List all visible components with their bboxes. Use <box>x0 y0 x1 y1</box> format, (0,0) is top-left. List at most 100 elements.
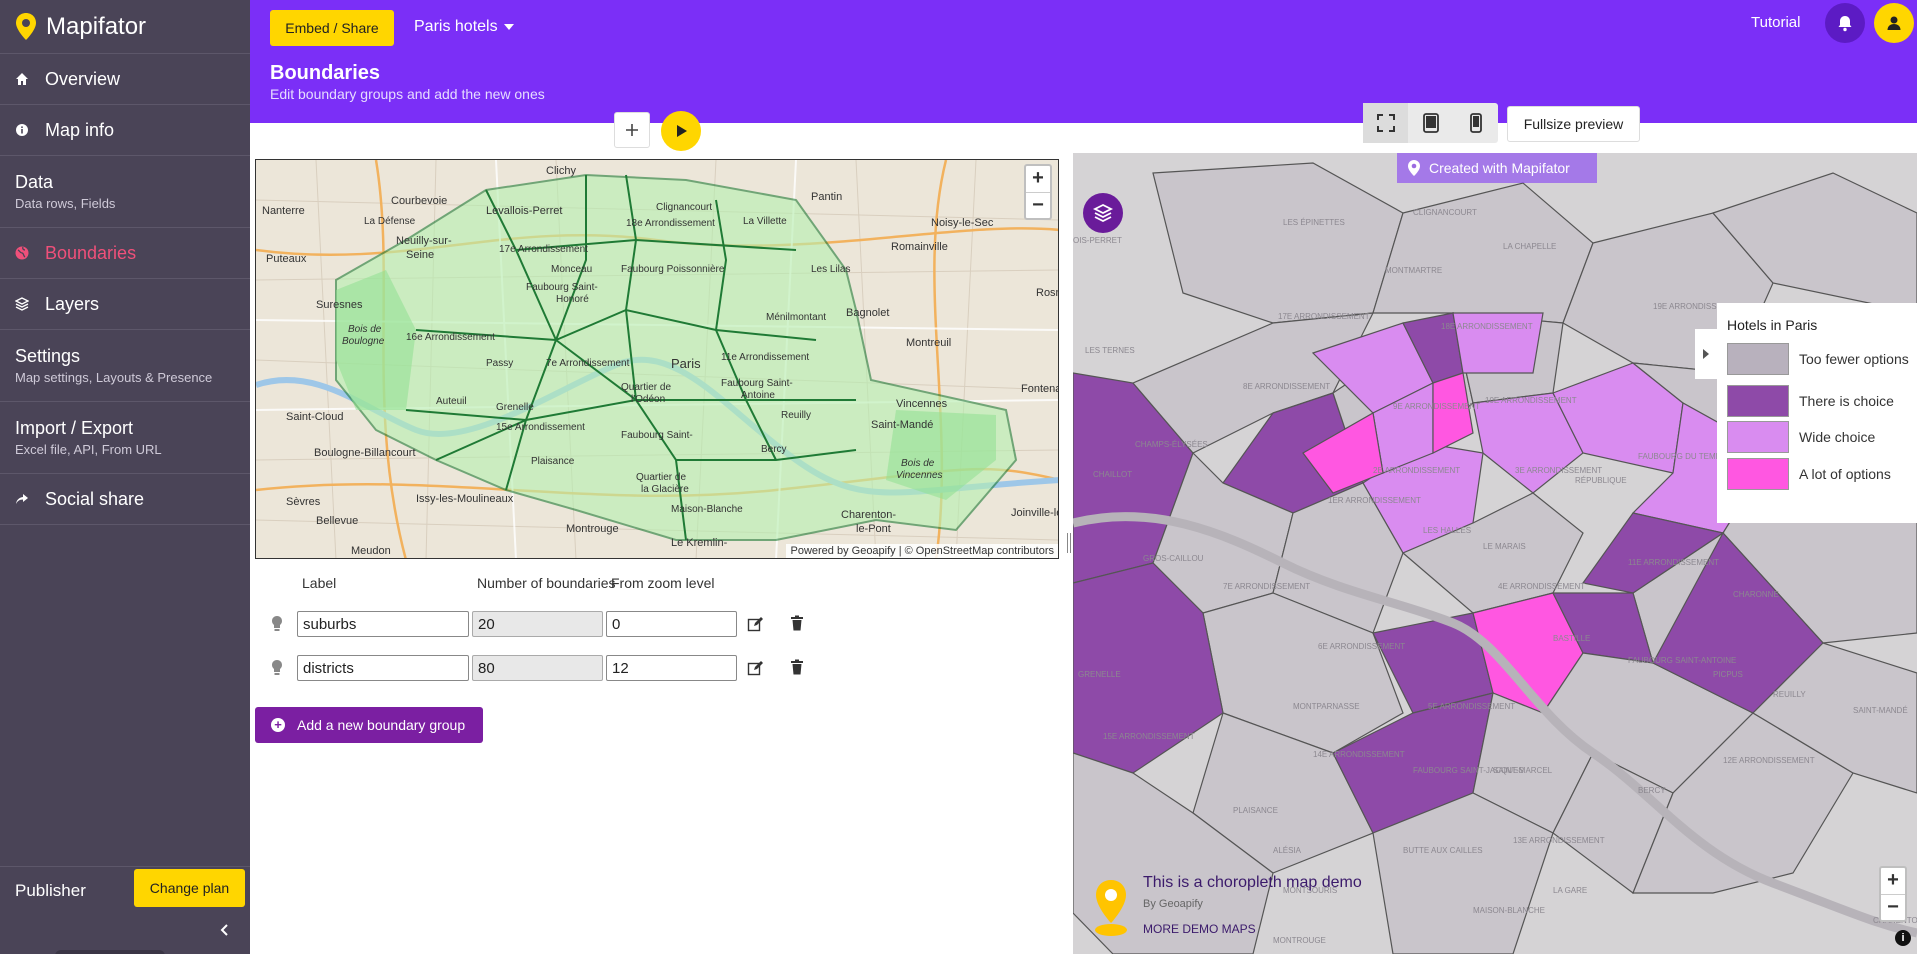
layers-icon <box>15 297 29 311</box>
fullscreen-device-button[interactable] <box>1363 103 1408 143</box>
preview-map[interactable]: LES ÉPINETTES CLIGNANCOURT LA CHAPELLE M… <box>1073 153 1917 954</box>
boundary-label-input[interactable] <box>297 655 469 681</box>
sidebar-item-layers[interactable]: Layers <box>0 279 250 330</box>
svg-text:Pantin: Pantin <box>811 191 842 203</box>
phone-device-button[interactable] <box>1453 103 1498 143</box>
svg-text:SAINT-MARCEL: SAINT-MARCEL <box>1493 766 1553 775</box>
lightbulb-icon[interactable] <box>270 659 284 677</box>
svg-text:MONTMARTRE: MONTMARTRE <box>1385 266 1442 275</box>
svg-text:Maison-Blanche: Maison-Blanche <box>671 504 743 515</box>
legend-title: Hotels in Paris <box>1727 317 1818 333</box>
svg-text:Ménilmontant: Ménilmontant <box>766 312 826 323</box>
edit-icon[interactable] <box>747 660 763 676</box>
legend-label: Wide choice <box>1799 428 1876 445</box>
svg-text:CLIGNANCOURT: CLIGNANCOURT <box>1413 208 1477 217</box>
svg-text:Bellevue: Bellevue <box>316 515 358 527</box>
user-menu-button[interactable] <box>1874 3 1914 43</box>
change-plan-button[interactable]: Change plan <box>134 869 245 907</box>
add-button[interactable] <box>614 112 650 148</box>
add-boundary-group-button[interactable]: + Add a new boundary group <box>255 707 483 743</box>
legend-label: There is choice <box>1799 392 1894 409</box>
delete-icon[interactable] <box>790 615 804 631</box>
svg-text:Seine: Seine <box>406 249 434 261</box>
svg-text:4E ARRONDISSEMENT: 4E ARRONDISSEMENT <box>1498 582 1585 591</box>
legend-item: A lot of options <box>1727 458 1909 490</box>
table-row <box>255 605 1059 649</box>
svg-text:10E ARRONDISSEMENT: 10E ARRONDISSEMENT <box>1485 396 1577 405</box>
svg-text:17E ARRONDISSEMENT: 17E ARRONDISSEMENT <box>1278 312 1370 321</box>
svg-text:Passy: Passy <box>486 358 513 369</box>
legend-item: There is choice <box>1727 385 1909 417</box>
edit-icon[interactable] <box>747 616 763 632</box>
svg-text:Suresnes: Suresnes <box>316 299 363 311</box>
collapse-sidebar-icon[interactable] <box>218 923 232 937</box>
boundary-groups-table: Label Number of boundaries From zoom lev… <box>255 575 1059 693</box>
svg-text:Fontenay-so: Fontenay-so <box>1021 383 1059 395</box>
fullsize-preview-button[interactable]: Fullsize preview <box>1507 106 1640 142</box>
svg-text:Auteuil: Auteuil <box>436 396 467 407</box>
legend-item: Too fewer options <box>1727 343 1909 375</box>
map-preview-panel: LES ÉPINETTES CLIGNANCOURT LA CHAPELLE M… <box>1073 103 1917 954</box>
caret-down-icon <box>503 24 514 30</box>
delete-icon[interactable] <box>790 659 804 675</box>
tablet-device-button[interactable] <box>1408 103 1453 143</box>
layers-button[interactable] <box>1083 193 1123 233</box>
sidebar-item-settings[interactable]: Settings Map settings, Layouts & Presenc… <box>0 330 250 402</box>
sidebar: Mapifator Overview Map info Data Data ro… <box>0 0 250 954</box>
svg-text:LES TERNES: LES TERNES <box>1085 346 1135 355</box>
svg-text:9E ARRONDISSEMENT: 9E ARRONDISSEMENT <box>1393 402 1480 411</box>
boundary-label-input[interactable] <box>297 611 469 637</box>
svg-text:GRENELLE: GRENELLE <box>1078 670 1121 679</box>
user-icon <box>1887 16 1901 30</box>
legend-toggle-button[interactable] <box>1695 329 1717 379</box>
svg-text:MAISON-BLANCHE: MAISON-BLANCHE <box>1473 906 1545 915</box>
zoom-level-input[interactable] <box>606 655 737 681</box>
svg-text:16e Arrondissement: 16e Arrondissement <box>406 332 495 343</box>
created-with-badge[interactable]: Created with Mapifator <box>1397 153 1597 183</box>
svg-text:Puteaux: Puteaux <box>266 253 307 265</box>
play-button[interactable] <box>661 111 701 151</box>
sidebar-item-social-share[interactable]: Social share <box>0 474 250 525</box>
project-select[interactable]: Paris hotels <box>414 18 514 36</box>
svg-text:Antoine: Antoine <box>741 390 775 401</box>
notifications-button[interactable] <box>1825 3 1865 43</box>
panel-splitter[interactable] <box>1065 123 1073 954</box>
sidebar-item-boundaries[interactable]: Boundaries <box>0 228 250 279</box>
svg-text:Les Lilas: Les Lilas <box>811 264 850 275</box>
svg-text:ALÉSIA: ALÉSIA <box>1273 846 1302 855</box>
svg-text:FAUBOURG SAINT-ANTOINE: FAUBOURG SAINT-ANTOINE <box>1628 656 1736 665</box>
page-subtitle: Edit boundary groups and add the new one… <box>270 86 545 102</box>
embed-share-button[interactable]: Embed / Share <box>270 10 394 46</box>
zoom-level-input[interactable] <box>606 611 737 637</box>
svg-text:17e Arrondissement: 17e Arrondissement <box>499 244 588 255</box>
boundary-count-field <box>472 655 603 681</box>
mapifator-logo-icon <box>16 12 36 40</box>
lightbulb-icon[interactable] <box>270 615 284 633</box>
boundaries-map[interactable]: Nanterre Courbevoie Levallois-Perret Cli… <box>255 159 1059 559</box>
svg-text:BUTTE AUX CAILLES: BUTTE AUX CAILLES <box>1403 846 1483 855</box>
more-demo-maps-link[interactable]: MORE DEMO MAPS <box>1143 922 1256 936</box>
svg-text:Noisy-le-Sec: Noisy-le-Sec <box>931 217 994 229</box>
map-attribution: Powered by Geoapify | © OpenStreetMap co… <box>786 544 1058 558</box>
svg-text:LES HALLES: LES HALLES <box>1423 526 1471 535</box>
sidebar-item-overview[interactable]: Overview <box>0 54 250 105</box>
svg-text:Bercy: Bercy <box>761 444 787 455</box>
svg-text:l'Odéon: l'Odéon <box>631 394 665 405</box>
sidebar-item-import-export[interactable]: Import / Export Excel file, API, From UR… <box>0 402 250 474</box>
legend-swatch <box>1727 421 1789 453</box>
map-info-icon[interactable]: i <box>1895 930 1911 946</box>
sidebar-item-map-info[interactable]: Map info <box>0 105 250 156</box>
sidebar-item-data[interactable]: Data Data rows, Fields <box>0 156 250 228</box>
brand[interactable]: Mapifator <box>0 0 250 54</box>
attribution-provider-link[interactable]: Geoapify <box>852 545 896 557</box>
zoom-in-button[interactable]: + <box>1026 166 1050 193</box>
attribution-rest: | © OpenStreetMap contributors <box>898 545 1054 557</box>
tutorial-link[interactable]: Tutorial <box>1751 14 1800 31</box>
svg-text:PLAISANCE: PLAISANCE <box>1233 806 1278 815</box>
zoom-out-button[interactable]: − <box>1026 193 1050 219</box>
zoom-in-button[interactable]: + <box>1881 868 1905 895</box>
svg-text:MONTPARNASSE: MONTPARNASSE <box>1293 702 1360 711</box>
preview-zoom-control: + − <box>1879 866 1907 922</box>
svg-text:14E ARRONDISSEMENT: 14E ARRONDISSEMENT <box>1313 750 1405 759</box>
zoom-out-button[interactable]: − <box>1881 895 1905 921</box>
